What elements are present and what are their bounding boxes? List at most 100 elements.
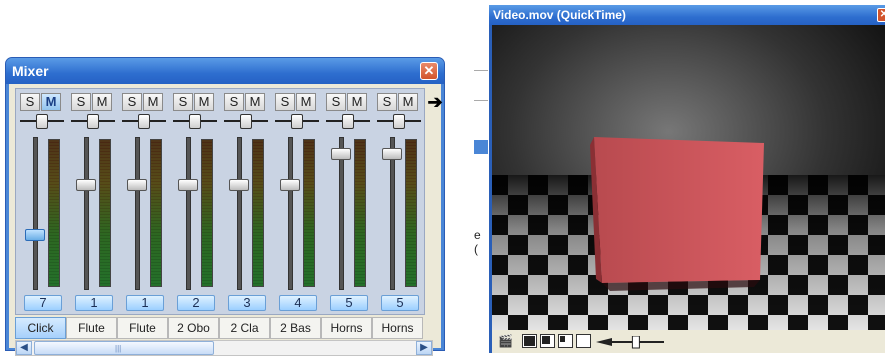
mute-button[interactable]: M bbox=[194, 93, 214, 111]
level-meter-fill bbox=[49, 140, 59, 286]
pan-knob[interactable] bbox=[291, 114, 303, 129]
pan-knob[interactable] bbox=[189, 114, 201, 129]
fader-track[interactable] bbox=[288, 137, 293, 290]
volume-knob[interactable] bbox=[631, 336, 640, 349]
clapperboard-icon[interactable]: 🎬 bbox=[498, 334, 513, 348]
mute-button[interactable]: M bbox=[398, 93, 418, 111]
scroll-left-button[interactable]: ◀ bbox=[16, 341, 32, 355]
volume-fader[interactable] bbox=[229, 179, 249, 192]
channel-strip: SM 5 bbox=[324, 89, 376, 316]
level-meter-fill bbox=[304, 140, 314, 286]
instrument-tab[interactable]: 2 Obo bbox=[168, 317, 219, 339]
channel-strip: SM 1 bbox=[69, 89, 121, 316]
instrument-tab[interactable]: Horns bbox=[321, 317, 372, 339]
solo-button[interactable]: S bbox=[173, 93, 193, 111]
channel-strip: SM 7 bbox=[18, 89, 70, 316]
level-meter-fill bbox=[151, 140, 161, 286]
size-medium-button[interactable] bbox=[558, 334, 573, 348]
pan-knob[interactable] bbox=[87, 114, 99, 129]
instrument-tab[interactable]: Flute bbox=[66, 317, 117, 339]
size-full-button[interactable] bbox=[522, 334, 537, 348]
midi-channel-number[interactable]: 1 bbox=[126, 295, 164, 311]
midi-channel-number[interactable]: 7 bbox=[24, 295, 62, 311]
video-titlebar[interactable]: Video.mov (QuickTime) ✕ bbox=[489, 5, 885, 25]
mixer-title: Mixer bbox=[12, 63, 49, 79]
volume-fader[interactable] bbox=[178, 179, 198, 192]
video-window: Video.mov (QuickTime) ✕ 🎬 bbox=[489, 5, 885, 353]
level-meter-fill bbox=[355, 140, 365, 286]
volume-icon bbox=[596, 338, 612, 346]
scrollbar-thumb[interactable]: ||| bbox=[34, 341, 214, 355]
mute-button[interactable]: M bbox=[41, 93, 61, 111]
level-meter bbox=[150, 139, 162, 287]
midi-channel-number[interactable]: 3 bbox=[228, 295, 266, 311]
solo-button[interactable]: S bbox=[71, 93, 91, 111]
scroll-right-button[interactable]: ▶ bbox=[416, 341, 432, 355]
scrollbar-grip-icon: ||| bbox=[115, 344, 122, 353]
channel-strip: SM 1 bbox=[120, 89, 172, 316]
size-small-button[interactable] bbox=[576, 334, 591, 348]
level-meter bbox=[405, 139, 417, 287]
midi-channel-number[interactable]: 5 bbox=[330, 295, 368, 311]
volume-slider[interactable] bbox=[596, 336, 666, 350]
solo-button[interactable]: S bbox=[20, 93, 40, 111]
pan-knob[interactable] bbox=[342, 114, 354, 129]
instrument-tab[interactable]: Click bbox=[15, 317, 66, 339]
more-channels-arrow-icon[interactable]: ➔ bbox=[425, 92, 445, 112]
instrument-tab[interactable]: 2 Bas bbox=[270, 317, 321, 339]
mixer-window: Mixer ✕ SM7SM1SM1SM2SM3SM4SM5SM5 ➔ Click… bbox=[5, 57, 445, 356]
solo-button[interactable]: S bbox=[122, 93, 142, 111]
video-title: Video.mov (QuickTime) bbox=[493, 8, 626, 22]
fader-track[interactable] bbox=[186, 137, 191, 290]
instrument-tab[interactable]: 2 Cla bbox=[219, 317, 270, 339]
channel-strip: SM 4 bbox=[273, 89, 325, 316]
mixer-horizontal-scrollbar[interactable]: ◀ ||| ▶ bbox=[15, 340, 433, 356]
solo-button[interactable]: S bbox=[224, 93, 244, 111]
volume-fader[interactable] bbox=[76, 179, 96, 192]
instrument-tab[interactable]: Horns bbox=[372, 317, 423, 339]
volume-fader[interactable] bbox=[331, 148, 351, 161]
size-large-button[interactable] bbox=[540, 334, 555, 348]
midi-channel-number[interactable]: 2 bbox=[177, 295, 215, 311]
level-meter-fill bbox=[202, 140, 212, 286]
solo-button[interactable]: S bbox=[275, 93, 295, 111]
fader-track[interactable] bbox=[33, 137, 38, 290]
level-meter-fill bbox=[253, 140, 263, 286]
pan-knob[interactable] bbox=[393, 114, 405, 129]
video-frame bbox=[492, 25, 885, 330]
divider bbox=[474, 70, 488, 71]
volume-fader[interactable] bbox=[25, 228, 45, 241]
volume-fader[interactable] bbox=[127, 179, 147, 192]
channel-strip: SM 5 bbox=[375, 89, 427, 316]
background-text: e bbox=[474, 228, 481, 242]
fader-track[interactable] bbox=[237, 137, 242, 290]
level-meter bbox=[99, 139, 111, 287]
channel-strip: SM 3 bbox=[222, 89, 274, 316]
fader-track[interactable] bbox=[84, 137, 89, 290]
channel-tabs: Click Flute Flute 2 Obo 2 Cla 2 Bas Horns Horns bbox=[15, 317, 435, 339]
volume-fader[interactable] bbox=[382, 148, 402, 161]
pan-knob[interactable] bbox=[138, 114, 150, 129]
pan-knob[interactable] bbox=[36, 114, 48, 129]
mute-button[interactable]: M bbox=[347, 93, 367, 111]
level-meter bbox=[354, 139, 366, 287]
mute-button[interactable]: M bbox=[296, 93, 316, 111]
divider bbox=[474, 100, 488, 101]
midi-channel-number[interactable]: 1 bbox=[75, 295, 113, 311]
mixer-titlebar[interactable]: Mixer ✕ bbox=[6, 58, 444, 84]
solo-button[interactable]: S bbox=[377, 93, 397, 111]
midi-channel-number[interactable]: 4 bbox=[279, 295, 317, 311]
volume-fader[interactable] bbox=[280, 179, 300, 192]
mute-button[interactable]: M bbox=[143, 93, 163, 111]
level-meter-fill bbox=[100, 140, 110, 286]
mute-button[interactable]: M bbox=[245, 93, 265, 111]
video-display[interactable] bbox=[492, 25, 885, 330]
mute-button[interactable]: M bbox=[92, 93, 112, 111]
instrument-tab[interactable]: Flute bbox=[117, 317, 168, 339]
mixer-close-button[interactable]: ✕ bbox=[420, 62, 438, 80]
solo-button[interactable]: S bbox=[326, 93, 346, 111]
fader-track[interactable] bbox=[135, 137, 140, 290]
midi-channel-number[interactable]: 5 bbox=[381, 295, 419, 311]
video-close-button[interactable]: ✕ bbox=[877, 8, 885, 22]
pan-knob[interactable] bbox=[240, 114, 252, 129]
